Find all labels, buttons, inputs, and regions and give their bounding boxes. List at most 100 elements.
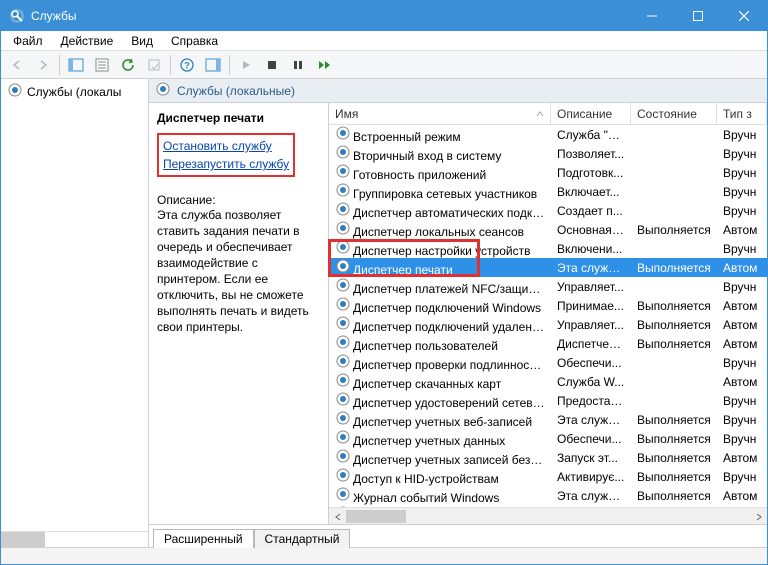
forward-button: [31, 53, 55, 77]
service-row[interactable]: Диспетчер учетных данныхОбеспечи...Выпол…: [329, 429, 767, 448]
scope-title: Службы (локальные): [177, 84, 295, 98]
column-name[interactable]: Имя: [329, 103, 551, 124]
service-row[interactable]: Журнал событий WindowsЭта служб...Выполн…: [329, 486, 767, 505]
close-button[interactable]: [721, 1, 767, 31]
gear-icon: [335, 429, 351, 445]
toolbar-separator: [229, 55, 230, 75]
description-label: Описание:: [157, 193, 320, 207]
gear-icon: [335, 296, 351, 312]
sort-asc-icon: [536, 110, 544, 118]
description-text: Эта служба позволяет ставить задания печ…: [157, 207, 320, 335]
maximize-button[interactable]: [675, 1, 721, 31]
start-service-button: [234, 53, 258, 77]
scroll-thumb[interactable]: [346, 510, 406, 523]
gear-icon: [335, 125, 351, 141]
tree-pane[interactable]: Службы (локалы: [1, 79, 149, 547]
gear-icon: [335, 315, 351, 331]
services-icon: [7, 82, 23, 101]
gear-icon: [335, 220, 351, 236]
service-row[interactable]: Диспетчер скачанных картСлужба W...Автом: [329, 372, 767, 391]
service-row[interactable]: Диспетчер автоматических подключ...Созда…: [329, 201, 767, 220]
service-row[interactable]: Диспетчер настройки устройствВключени...…: [329, 239, 767, 258]
gear-icon: [335, 144, 351, 160]
service-row[interactable]: Группировка сетевых участниковВключает..…: [329, 182, 767, 201]
column-startup[interactable]: Тип з: [717, 103, 767, 124]
show-action-pane-button[interactable]: [201, 53, 225, 77]
help-button[interactable]: ?: [175, 53, 199, 77]
service-row[interactable]: Диспетчер проверки подлинности Х...Обесп…: [329, 353, 767, 372]
pause-service-button[interactable]: [286, 53, 310, 77]
toolbar-separator: [59, 55, 60, 75]
service-row[interactable]: Диспетчер платежей NFC/защище...Управляе…: [329, 277, 767, 296]
list-hscrollbar[interactable]: [329, 507, 767, 524]
view-tabs: Расширенный Стандартный: [149, 525, 767, 547]
gear-icon: [335, 258, 351, 274]
tree-hscrollbar[interactable]: [1, 531, 148, 547]
gear-icon: [335, 201, 351, 217]
app-icon: [9, 8, 25, 24]
service-row[interactable]: Вторичный вход в системуПозволяет...Вруч…: [329, 144, 767, 163]
services-list[interactable]: Имя Описание Состояние Тип з Встроенный …: [328, 103, 767, 524]
tree-root[interactable]: Службы (локалы: [1, 79, 148, 104]
selected-service-title: Диспетчер печати: [157, 111, 320, 125]
content-area: Диспетчер печати Остановить службу Перез…: [149, 103, 767, 525]
status-bar: [1, 547, 767, 564]
highlight-box-links: Остановить службу Перезапустить службу: [157, 133, 295, 177]
restart-service-button[interactable]: [312, 53, 336, 77]
service-row[interactable]: Диспетчер подключений WindowsПринимае...…: [329, 296, 767, 315]
stop-service-link[interactable]: Остановить службу: [163, 137, 289, 155]
toolbar: ?: [1, 51, 767, 79]
window-title: Службы: [31, 9, 629, 23]
gear-icon: [335, 277, 351, 293]
back-button: [5, 53, 29, 77]
service-row[interactable]: Диспетчер учетных записей безопасн...Зап…: [329, 448, 767, 467]
service-row[interactable]: Диспетчер пользователейДиспетчер...Выпол…: [329, 334, 767, 353]
gear-icon: [335, 334, 351, 350]
column-headers: Имя Описание Состояние Тип з: [329, 103, 767, 125]
tab-standard[interactable]: Стандартный: [254, 529, 351, 548]
restart-service-link[interactable]: Перезапустить службу: [163, 155, 289, 173]
menu-file[interactable]: Файл: [5, 33, 51, 49]
service-row[interactable]: Доступ к HID-устройствамАктивирує...Выпо…: [329, 467, 767, 486]
refresh-button[interactable]: [116, 53, 140, 77]
service-row[interactable]: Диспетчер локальных сеансовОсновная ...В…: [329, 220, 767, 239]
gear-icon: [335, 467, 351, 483]
service-row[interactable]: Встроенный режимСлужба "В...Вручн: [329, 125, 767, 144]
gear-icon: [335, 448, 351, 464]
body: Службы (локалы Службы (локальные) Диспет…: [1, 79, 767, 547]
menu-help[interactable]: Справка: [163, 33, 226, 49]
minimize-button[interactable]: [629, 1, 675, 31]
gear-icon: [335, 239, 351, 255]
services-window: Службы Файл Действие Вид Справка ? Служб…: [0, 0, 768, 565]
rows-container: Встроенный режимСлужба "В...ВручнВторичн…: [329, 125, 767, 507]
gear-icon: [335, 410, 351, 426]
service-row[interactable]: Диспетчер удостоверений сетевых уч...Пре…: [329, 391, 767, 410]
service-row[interactable]: Диспетчер подключений удаленно...Управля…: [329, 315, 767, 334]
services-icon: [155, 81, 171, 100]
properties-button[interactable]: [90, 53, 114, 77]
toolbar-separator: [170, 55, 171, 75]
scope-header: Службы (локальные): [149, 79, 767, 103]
menu-view[interactable]: Вид: [123, 33, 161, 49]
column-state[interactable]: Состояние: [631, 103, 717, 124]
gear-icon: [335, 391, 351, 407]
service-row[interactable]: Готовность приложенийПодготовк...Вручн: [329, 163, 767, 182]
gear-icon: [335, 486, 351, 502]
menubar: Файл Действие Вид Справка: [1, 31, 767, 51]
scroll-left-icon[interactable]: [329, 508, 346, 524]
titlebar[interactable]: Службы: [1, 1, 767, 31]
gear-icon: [335, 372, 351, 388]
gear-icon: [335, 163, 351, 179]
service-row[interactable]: Диспетчер учетных веб-записейЭта служб..…: [329, 410, 767, 429]
main-pane: Службы (локальные) Диспетчер печати Оста…: [149, 79, 767, 547]
gear-icon: [335, 182, 351, 198]
service-row[interactable]: Диспетчер печатиЭта служб...ВыполняетсяА…: [329, 258, 767, 277]
column-description[interactable]: Описание: [551, 103, 631, 124]
stop-service-button[interactable]: [260, 53, 284, 77]
show-hide-tree-button[interactable]: [64, 53, 88, 77]
tab-extended[interactable]: Расширенный: [153, 529, 254, 548]
export-button: [142, 53, 166, 77]
menu-action[interactable]: Действие: [53, 33, 122, 49]
gear-icon: [335, 353, 351, 369]
scroll-right-icon[interactable]: [750, 508, 767, 524]
